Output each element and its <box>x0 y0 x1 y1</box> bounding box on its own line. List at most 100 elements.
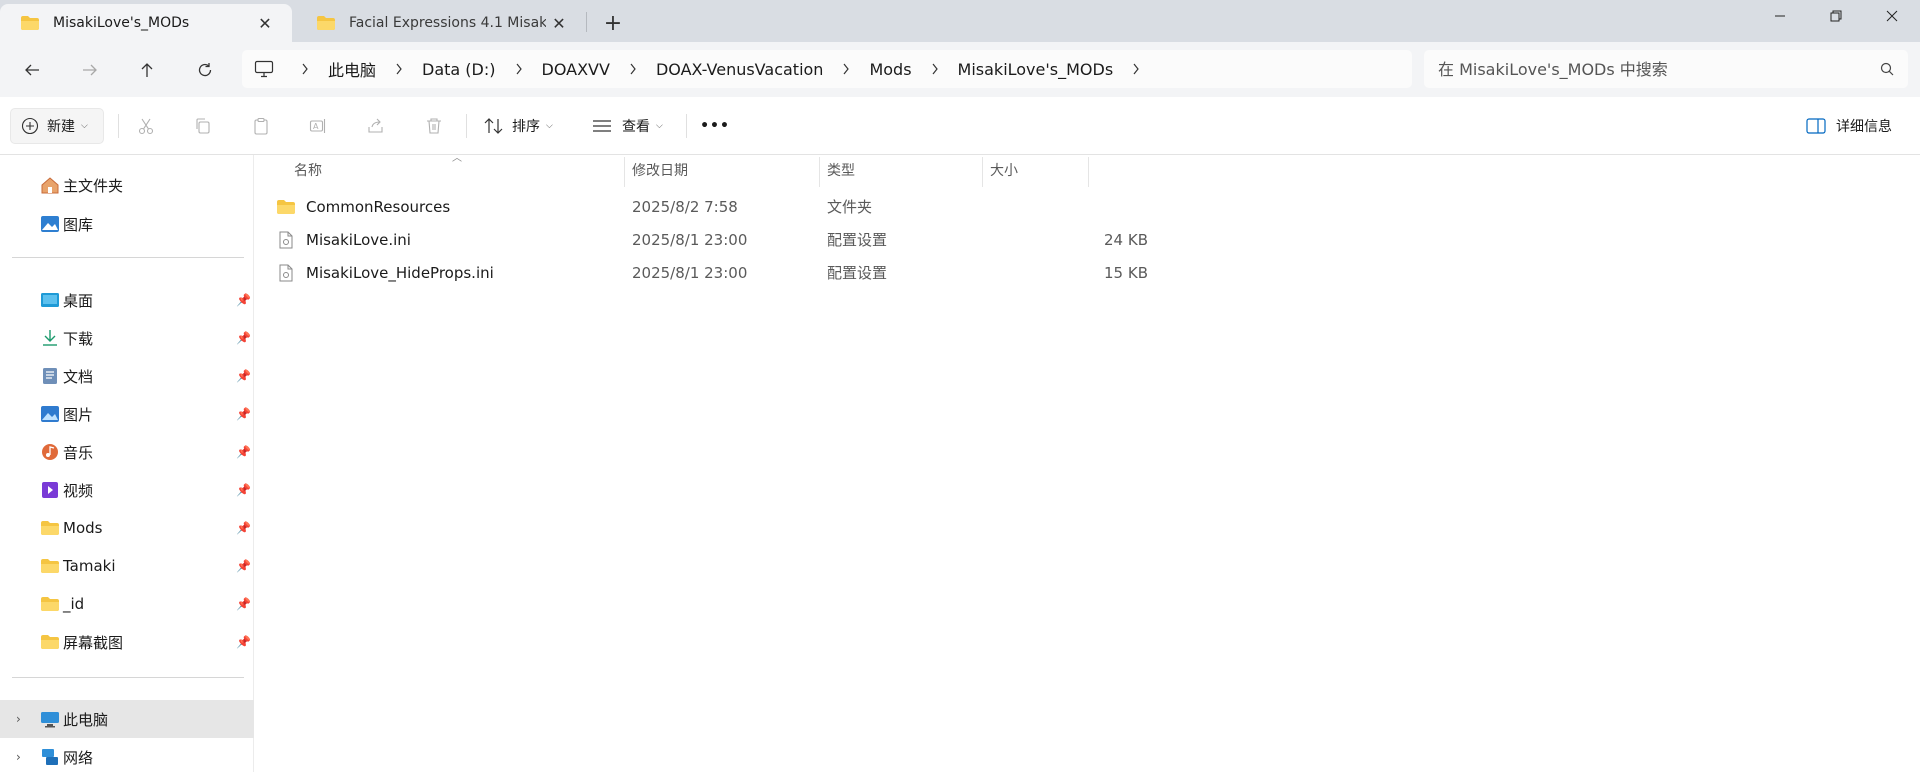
new-tab-button[interactable]: + <box>598 8 628 38</box>
pin-icon[interactable]: 📌 <box>236 597 251 611</box>
folder-icon <box>40 633 60 651</box>
videos-icon <box>40 481 60 499</box>
sidebar-item-home[interactable]: 主文件夹 <box>0 166 254 204</box>
sidebar-item-this-pc[interactable]: › 此电脑 <box>0 700 254 738</box>
sidebar-item-downloads[interactable]: 下载 📌 <box>0 319 254 357</box>
column-header-name[interactable]: 名称 <box>294 155 322 185</box>
chevron-right-icon[interactable] <box>504 63 534 75</box>
file-row-misakilove-ini[interactable]: MisakiLove.ini 2025/8/1 23:00 配置设置 24 KB <box>276 223 1148 256</box>
chevron-right-icon[interactable] <box>290 63 320 75</box>
pin-icon[interactable]: 📌 <box>236 635 251 649</box>
share-button[interactable] <box>358 108 394 144</box>
pin-icon[interactable]: 📌 <box>236 407 251 421</box>
pin-icon[interactable]: 📌 <box>236 521 251 535</box>
search-icon[interactable] <box>1880 62 1894 76</box>
details-label: 详细信息 <box>1836 119 1892 135</box>
column-header-date[interactable]: 修改日期 <box>632 155 688 185</box>
details-pane-button[interactable]: 详细信息 <box>1806 108 1892 144</box>
breadcrumb[interactable]: DOAXVV <box>534 60 618 79</box>
breadcrumb-doaxvv[interactable]: DOAXVV <box>534 60 618 79</box>
breadcrumb[interactable]: Mods <box>861 60 919 79</box>
chevron-right-icon[interactable] <box>1121 63 1151 75</box>
column-header-size[interactable]: 大小 <box>990 155 1018 185</box>
close-window-button[interactable] <box>1864 0 1920 32</box>
sidebar-item-gallery[interactable]: 图库 <box>0 205 254 243</box>
sidebar-item-label: 音乐 <box>63 443 94 462</box>
file-row-commonresources[interactable]: CommonResources 2025/8/2 7:58 文件夹 <box>276 190 1148 223</box>
close-tab-icon[interactable]: ✕ <box>546 10 572 36</box>
breadcrumb-mods[interactable]: Mods <box>861 60 919 79</box>
address-bar[interactable]: 此电脑 Data (D:) DOAXVV DOAX-VenusVacation … <box>242 50 1412 88</box>
refresh-button[interactable] <box>187 54 223 86</box>
delete-button[interactable] <box>416 108 452 144</box>
search-box[interactable] <box>1424 50 1908 88</box>
sidebar-item-documents[interactable]: 文档 📌 <box>0 357 254 395</box>
pin-icon[interactable]: 📌 <box>236 331 251 345</box>
sidebar-item-mods[interactable]: Mods 📌 <box>0 509 254 547</box>
restore-button[interactable] <box>1808 0 1864 32</box>
file-date: 2025/8/1 23:00 <box>632 263 748 282</box>
breadcrumb-doax-venusvacation[interactable]: DOAX-VenusVacation <box>648 60 832 79</box>
chevron-right-icon[interactable] <box>920 63 950 75</box>
sidebar-item-network[interactable]: › 网络 <box>0 738 254 776</box>
breadcrumb-this-pc[interactable]: 此电脑 <box>320 57 384 81</box>
chevron-down-icon: ⌵ <box>546 121 553 131</box>
chevron-right-icon[interactable]: › <box>16 750 21 764</box>
chevron-right-icon[interactable] <box>831 63 861 75</box>
pin-icon[interactable]: 📌 <box>236 445 251 459</box>
chevron-right-icon[interactable] <box>618 63 648 75</box>
pin-icon[interactable]: 📌 <box>236 559 251 573</box>
rename-button[interactable]: A <box>300 108 336 144</box>
pin-icon[interactable]: 📌 <box>236 483 251 497</box>
cut-button[interactable] <box>128 108 164 144</box>
sidebar-item-label: 视频 <box>63 481 94 500</box>
breadcrumb-data-d[interactable]: Data (D:) <box>414 60 503 79</box>
column-header-type[interactable]: 类型 <box>827 155 855 185</box>
sidebar-item-videos[interactable]: 视频 📌 <box>0 471 254 509</box>
breadcrumb[interactable]: MisakiLove's_MODs <box>950 60 1122 79</box>
breadcrumb[interactable]: 此电脑 <box>320 57 384 81</box>
up-button[interactable] <box>129 54 165 86</box>
file-row-misakilove-hideprops-ini[interactable]: MisakiLove_HideProps.ini 2025/8/1 23:00 … <box>276 256 1148 289</box>
sidebar-item-tamaki[interactable]: Tamaki 📌 <box>0 547 254 585</box>
forward-button[interactable] <box>72 54 108 86</box>
sidebar-item-id[interactable]: _id 📌 <box>0 585 254 623</box>
column-divider[interactable] <box>1088 157 1089 187</box>
column-divider[interactable] <box>624 157 625 187</box>
chevron-right-icon[interactable] <box>384 63 414 75</box>
refresh-icon <box>198 63 212 77</box>
details-pane-icon <box>1806 118 1826 134</box>
plus-circle-icon <box>21 117 39 135</box>
tab-misakilove-mods[interactable]: MisakiLove's_MODs ✕ <box>0 4 292 42</box>
sidebar-item-desktop[interactable]: 桌面 📌 <box>0 281 254 319</box>
paste-button[interactable] <box>243 108 279 144</box>
minimize-icon <box>1775 15 1785 17</box>
pin-icon[interactable]: 📌 <box>236 293 251 307</box>
tab-facial-expressions[interactable]: Facial Expressions 4.1 MisakiLove ✕ <box>296 4 586 42</box>
pictures-icon <box>40 405 60 423</box>
breadcrumb[interactable]: Data (D:) <box>414 60 503 79</box>
column-divider[interactable] <box>819 157 820 187</box>
back-button[interactable] <box>14 54 50 86</box>
more-options-button[interactable]: ••• <box>697 108 733 144</box>
rename-icon: A <box>309 119 326 133</box>
breadcrumb[interactable]: DOAX-VenusVacation <box>648 60 832 79</box>
sidebar-item-label: 图库 <box>63 215 94 234</box>
tab-label: Facial Expressions 4.1 MisakiLove <box>349 15 546 31</box>
pin-icon[interactable]: 📌 <box>236 369 251 383</box>
sidebar-item-music[interactable]: 音乐 📌 <box>0 433 254 471</box>
sidebar-item-pictures[interactable]: 图片 📌 <box>0 395 254 433</box>
copy-button[interactable] <box>185 108 221 144</box>
sidebar-divider <box>12 257 244 258</box>
sort-button[interactable]: 排序 ⌵ <box>484 108 553 144</box>
sidebar-item-screenshots[interactable]: 屏幕截图 📌 <box>0 623 254 661</box>
column-divider[interactable] <box>982 157 983 187</box>
search-input[interactable] <box>1438 59 1880 79</box>
view-button[interactable]: 查看 ⌵ <box>592 108 663 144</box>
minimize-button[interactable] <box>1752 0 1808 32</box>
close-tab-icon[interactable]: ✕ <box>252 10 278 36</box>
chevron-right-icon[interactable]: › <box>16 712 21 726</box>
breadcrumb-misakilove-mods[interactable]: MisakiLove's_MODs <box>950 60 1122 79</box>
file-name: MisakiLove_HideProps.ini <box>306 263 494 282</box>
new-button[interactable]: 新建 ⌵ <box>10 108 104 144</box>
